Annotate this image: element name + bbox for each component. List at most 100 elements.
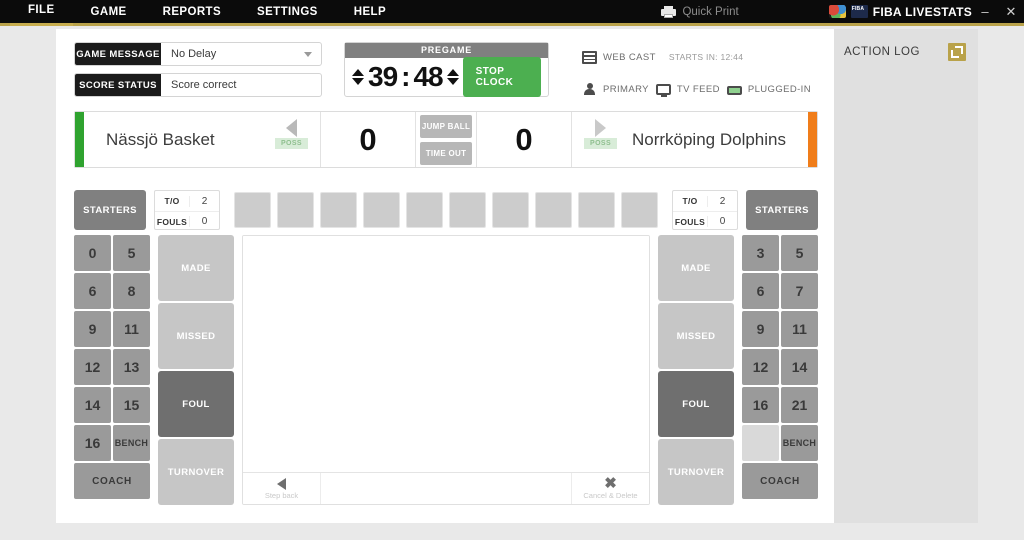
home-player-0[interactable]: 0: [74, 235, 111, 271]
minimize-button[interactable]: –: [972, 4, 998, 19]
away-bench-button[interactable]: BENCH: [781, 425, 818, 461]
away-player-7[interactable]: 7: [781, 273, 818, 309]
away-player-3[interactable]: 3: [742, 235, 779, 271]
away-player-5[interactable]: 5: [781, 235, 818, 271]
power-status[interactable]: PLUGGED-IN: [726, 84, 811, 95]
home-player-15[interactable]: 15: [113, 387, 150, 423]
home-turnover-button[interactable]: TURNOVER: [158, 439, 234, 505]
web-cast-status[interactable]: WEB CAST: [582, 50, 656, 64]
away-slot-4[interactable]: [578, 192, 615, 228]
away-possession-indicator[interactable]: POSS: [584, 119, 618, 149]
expand-icon[interactable]: [948, 43, 966, 61]
score-status-field[interactable]: SCORE STATUS Score correct: [74, 73, 322, 97]
away-starters-button[interactable]: STARTERS: [746, 190, 818, 230]
home-slot-4[interactable]: [363, 192, 400, 228]
home-player-8[interactable]: 8: [113, 273, 150, 309]
free-throw-circle-left: [293, 330, 341, 378]
away-player-21[interactable]: 21: [781, 387, 818, 423]
game-message-text: No Delay: [171, 48, 217, 60]
home-fouls-value: 0: [189, 216, 219, 227]
home-possession-indicator[interactable]: POSS: [274, 119, 308, 149]
title-bar-right: Quick Print FIBA LIVESTATS – ✕: [661, 0, 1024, 25]
back-arrow-icon: [277, 477, 286, 490]
minutes-stepper[interactable]: [352, 69, 364, 85]
away-action-buttons: MADE MISSED FOUL TURNOVER: [658, 235, 734, 505]
home-score[interactable]: 0: [320, 112, 416, 167]
home-coach-button[interactable]: COACH: [74, 463, 150, 499]
battery-icon: [726, 85, 742, 95]
away-player-12[interactable]: 12: [742, 349, 779, 385]
game-message-label: GAME MESSAGE: [75, 43, 161, 65]
away-slot-2[interactable]: [492, 192, 529, 228]
home-player-11[interactable]: 11: [113, 311, 150, 347]
away-missed-button[interactable]: MISSED: [658, 303, 734, 369]
cancel-delete-button[interactable]: ✖ Cancel & Delete: [571, 472, 649, 504]
basketball-court[interactable]: [243, 236, 649, 472]
away-slot-5[interactable]: [621, 192, 658, 228]
jump-ball-button[interactable]: JUMP BALL: [420, 114, 472, 138]
seconds-stepper[interactable]: [446, 69, 459, 85]
home-player-6[interactable]: 6: [74, 273, 111, 309]
away-foul-button[interactable]: FOUL: [658, 371, 734, 437]
home-team-cell[interactable]: Nässjö Basket POSS: [84, 112, 320, 167]
away-team-cell[interactable]: POSS Norrköping Dolphins: [572, 112, 808, 167]
fiba-livestats-window: FILE GAME REPORTS SETTINGS HELP Quick Pr…: [0, 0, 1024, 540]
home-timeouts-key: T/O: [164, 196, 180, 206]
away-timeouts-value: 2: [707, 195, 737, 207]
quick-print-button[interactable]: Quick Print: [661, 5, 739, 18]
home-player-12[interactable]: 12: [74, 349, 111, 385]
home-slot-5[interactable]: [406, 192, 443, 228]
home-roster-grid: 0 5 6 8 9 11 12 13 14 15 16 BENCH COACH: [74, 235, 150, 505]
score-status-value[interactable]: Score correct: [161, 74, 321, 96]
tv-feed-status[interactable]: TV FEED: [655, 83, 720, 97]
main-stage: GAME MESSAGE No Delay SCORE STATUS Score…: [56, 29, 834, 523]
away-player-11[interactable]: 11: [781, 311, 818, 347]
menu-item-game[interactable]: GAME: [73, 0, 145, 25]
home-slot-3[interactable]: [320, 192, 357, 228]
home-slot-1[interactable]: [234, 192, 271, 228]
scoreboard: Nässjö Basket POSS 0 JUMP BALL TIME OUT …: [74, 111, 818, 168]
away-fouls-key: FOULS: [674, 216, 706, 227]
close-button[interactable]: ✕: [998, 4, 1024, 20]
away-timeouts-key: T/O: [682, 196, 698, 206]
menu-item-reports[interactable]: REPORTS: [145, 0, 239, 25]
home-foul-button[interactable]: FOUL: [158, 371, 234, 437]
home-missed-button[interactable]: MISSED: [158, 303, 234, 369]
away-slot-1[interactable]: [449, 192, 486, 228]
clock-minutes: 39: [368, 61, 398, 92]
away-made-button[interactable]: MADE: [658, 235, 734, 301]
home-slot-2[interactable]: [277, 192, 314, 228]
possession-arrow-left-icon: [285, 119, 297, 137]
primary-status[interactable]: PRIMARY: [582, 82, 649, 96]
home-player-13[interactable]: 13: [113, 349, 150, 385]
time-out-button[interactable]: TIME OUT: [420, 141, 472, 165]
home-made-button[interactable]: MADE: [158, 235, 234, 301]
home-player-16[interactable]: 16: [74, 425, 111, 461]
cancel-delete-label: Cancel & Delete: [583, 491, 638, 500]
stop-clock-button[interactable]: STOP CLOCK: [462, 57, 541, 97]
menu-item-file[interactable]: FILE: [10, 0, 73, 26]
away-player-16[interactable]: 16: [742, 387, 779, 423]
home-starters-button[interactable]: STARTERS: [74, 190, 146, 230]
menu-item-settings[interactable]: SETTINGS: [239, 0, 336, 25]
away-player-6[interactable]: 6: [742, 273, 779, 309]
away-coach-button[interactable]: COACH: [742, 463, 818, 499]
away-player-14[interactable]: 14: [781, 349, 818, 385]
away-score[interactable]: 0: [476, 112, 572, 167]
game-message-value[interactable]: No Delay: [161, 43, 321, 65]
home-player-9[interactable]: 9: [74, 311, 111, 347]
game-message-field[interactable]: GAME MESSAGE No Delay: [74, 42, 322, 66]
away-turnover-button[interactable]: TURNOVER: [658, 439, 734, 505]
home-timeouts-value: 2: [189, 195, 219, 207]
menu-item-help[interactable]: HELP: [336, 0, 404, 25]
control-row: GAME MESSAGE No Delay SCORE STATUS Score…: [74, 42, 818, 104]
home-player-14[interactable]: 14: [74, 387, 111, 423]
rim-left-icon: [257, 351, 262, 357]
away-player-9[interactable]: 9: [742, 311, 779, 347]
home-bench-button[interactable]: BENCH: [113, 425, 150, 461]
away-roster-grid: 3 5 6 7 9 11 12 14 16 21 BENCH COACH: [742, 235, 818, 505]
away-slot-3[interactable]: [535, 192, 572, 228]
brand: FIBA LIVESTATS: [828, 5, 972, 19]
step-back-button[interactable]: Step back: [243, 472, 321, 504]
home-player-5[interactable]: 5: [113, 235, 150, 271]
